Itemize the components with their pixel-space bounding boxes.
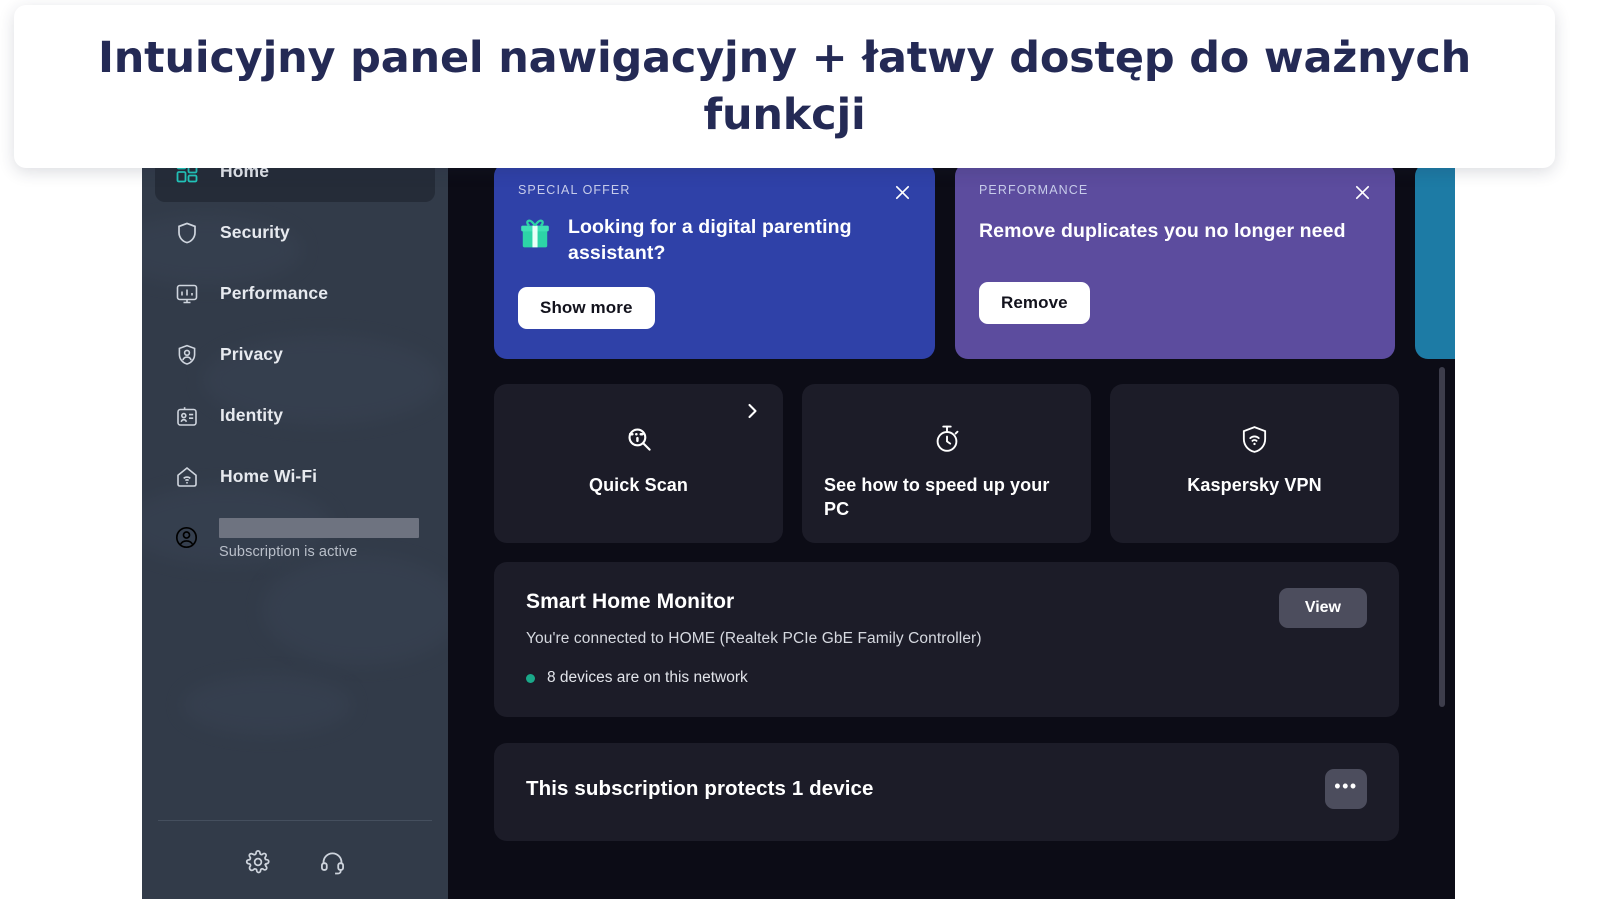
quick-action-tiles: Quick Scan See how to speed up your PC K…	[494, 384, 1399, 543]
sidebar-account[interactable]: Subscription is active	[142, 509, 448, 560]
more-options-button[interactable]: •••	[1325, 769, 1367, 809]
privacy-shield-user-icon	[174, 342, 200, 368]
sidebar-item-security[interactable]: Security	[155, 202, 435, 263]
sidebar: Home Security Performance Privacy Identi…	[142, 155, 462, 899]
scan-magnifier-icon	[622, 422, 656, 456]
scrollbar-thumb[interactable]	[1439, 367, 1445, 707]
network-device-status: 8 devices are on this network	[526, 669, 1367, 687]
close-icon[interactable]	[891, 181, 913, 203]
promo-title: Looking for a digital parenting assistan…	[568, 216, 852, 265]
subscription-title: This subscription protects 1 device	[526, 777, 874, 800]
smart-home-monitor-panel: Smart Home Monitor View You're connected…	[494, 562, 1399, 717]
tile-kaspersky-vpn[interactable]: Kaspersky VPN	[1110, 384, 1399, 543]
account-name-redacted	[219, 518, 419, 538]
network-connection-text: You're connected to HOME (Realtek PCIe G…	[526, 630, 982, 647]
shield-icon	[174, 220, 200, 246]
screenshot-root: Home Security Performance Privacy Identi…	[0, 0, 1599, 899]
promo-card-performance[interactable]: PERFORMANCE Remove duplicates you no lon…	[955, 163, 1395, 359]
subscription-panel: This subscription protects 1 device •••	[494, 743, 1399, 841]
promo-card-special-offer[interactable]: SPECIAL OFFER Looking for a digital pare…	[494, 163, 935, 359]
gift-icon	[518, 216, 552, 255]
tile-label: See how to speed up your PC	[824, 475, 1050, 520]
tile-quick-scan[interactable]: Quick Scan	[494, 384, 783, 543]
sidebar-nav: Home Security Performance Privacy Identi…	[142, 155, 448, 507]
user-circle-icon	[174, 525, 199, 555]
sidebar-item-performance[interactable]: Performance	[155, 263, 435, 324]
account-status-label: Subscription is active	[219, 544, 358, 560]
banner-headline: Intuicyjny panel nawigacyjny + łatwy dos…	[97, 32, 1472, 140]
promo-banner-overlay: Intuicyjny panel nawigacyjny + łatwy dos…	[14, 5, 1555, 168]
promo-title: Remove duplicates you no longer need	[979, 220, 1346, 242]
content-scrollbar[interactable]	[1438, 155, 1446, 899]
promo-kicker: SPECIAL OFFER	[518, 183, 631, 197]
chevron-right-icon	[745, 401, 761, 421]
kaspersky-app-window: Home Security Performance Privacy Identi…	[142, 155, 1455, 899]
sidebar-item-privacy[interactable]: Privacy	[155, 324, 435, 385]
shield-wifi-icon	[1239, 422, 1270, 456]
sidebar-item-label: Performance	[220, 283, 329, 303]
close-icon[interactable]	[1351, 181, 1373, 203]
sidebar-item-home-wifi[interactable]: Home Wi-Fi	[155, 446, 435, 507]
sidebar-footer	[158, 820, 432, 899]
sidebar-item-identity[interactable]: Identity	[155, 385, 435, 446]
status-dot-icon	[526, 673, 535, 683]
tile-label: Quick Scan	[588, 475, 689, 495]
sidebar-item-label: Security	[220, 222, 290, 242]
house-wifi-icon	[174, 464, 200, 490]
show-more-button[interactable]: Show more	[518, 286, 655, 329]
id-card-icon	[174, 403, 200, 429]
panel-title: Smart Home Monitor	[526, 590, 735, 613]
device-count-text: 8 devices are on this network	[547, 669, 748, 686]
headset-icon[interactable]	[318, 847, 348, 877]
content-inner: SPECIAL OFFER Looking for a digital pare…	[448, 155, 1455, 841]
promo-body: Looking for a digital parenting assistan…	[518, 214, 911, 267]
sidebar-item-label: Privacy	[220, 344, 283, 364]
view-button[interactable]: View	[1278, 588, 1367, 628]
promo-carousel: SPECIAL OFFER Looking for a digital pare…	[494, 163, 1455, 359]
tile-label: Kaspersky VPN	[1187, 475, 1322, 495]
tile-speed-up-pc[interactable]: See how to speed up your PC	[802, 384, 1091, 543]
monitor-chart-icon	[174, 281, 200, 307]
gear-icon[interactable]	[243, 847, 273, 877]
promo-kicker: PERFORMANCE	[979, 183, 1089, 197]
stopwatch-icon	[931, 422, 963, 456]
sidebar-item-label: Identity	[220, 405, 284, 425]
promo-body: Remove duplicates you no longer need	[979, 218, 1371, 244]
promo-card-next-partial[interactable]	[1415, 163, 1455, 359]
sidebar-item-label: Home Wi-Fi	[220, 466, 318, 486]
main-content: SPECIAL OFFER Looking for a digital pare…	[448, 155, 1455, 899]
remove-button[interactable]: Remove	[979, 282, 1090, 325]
